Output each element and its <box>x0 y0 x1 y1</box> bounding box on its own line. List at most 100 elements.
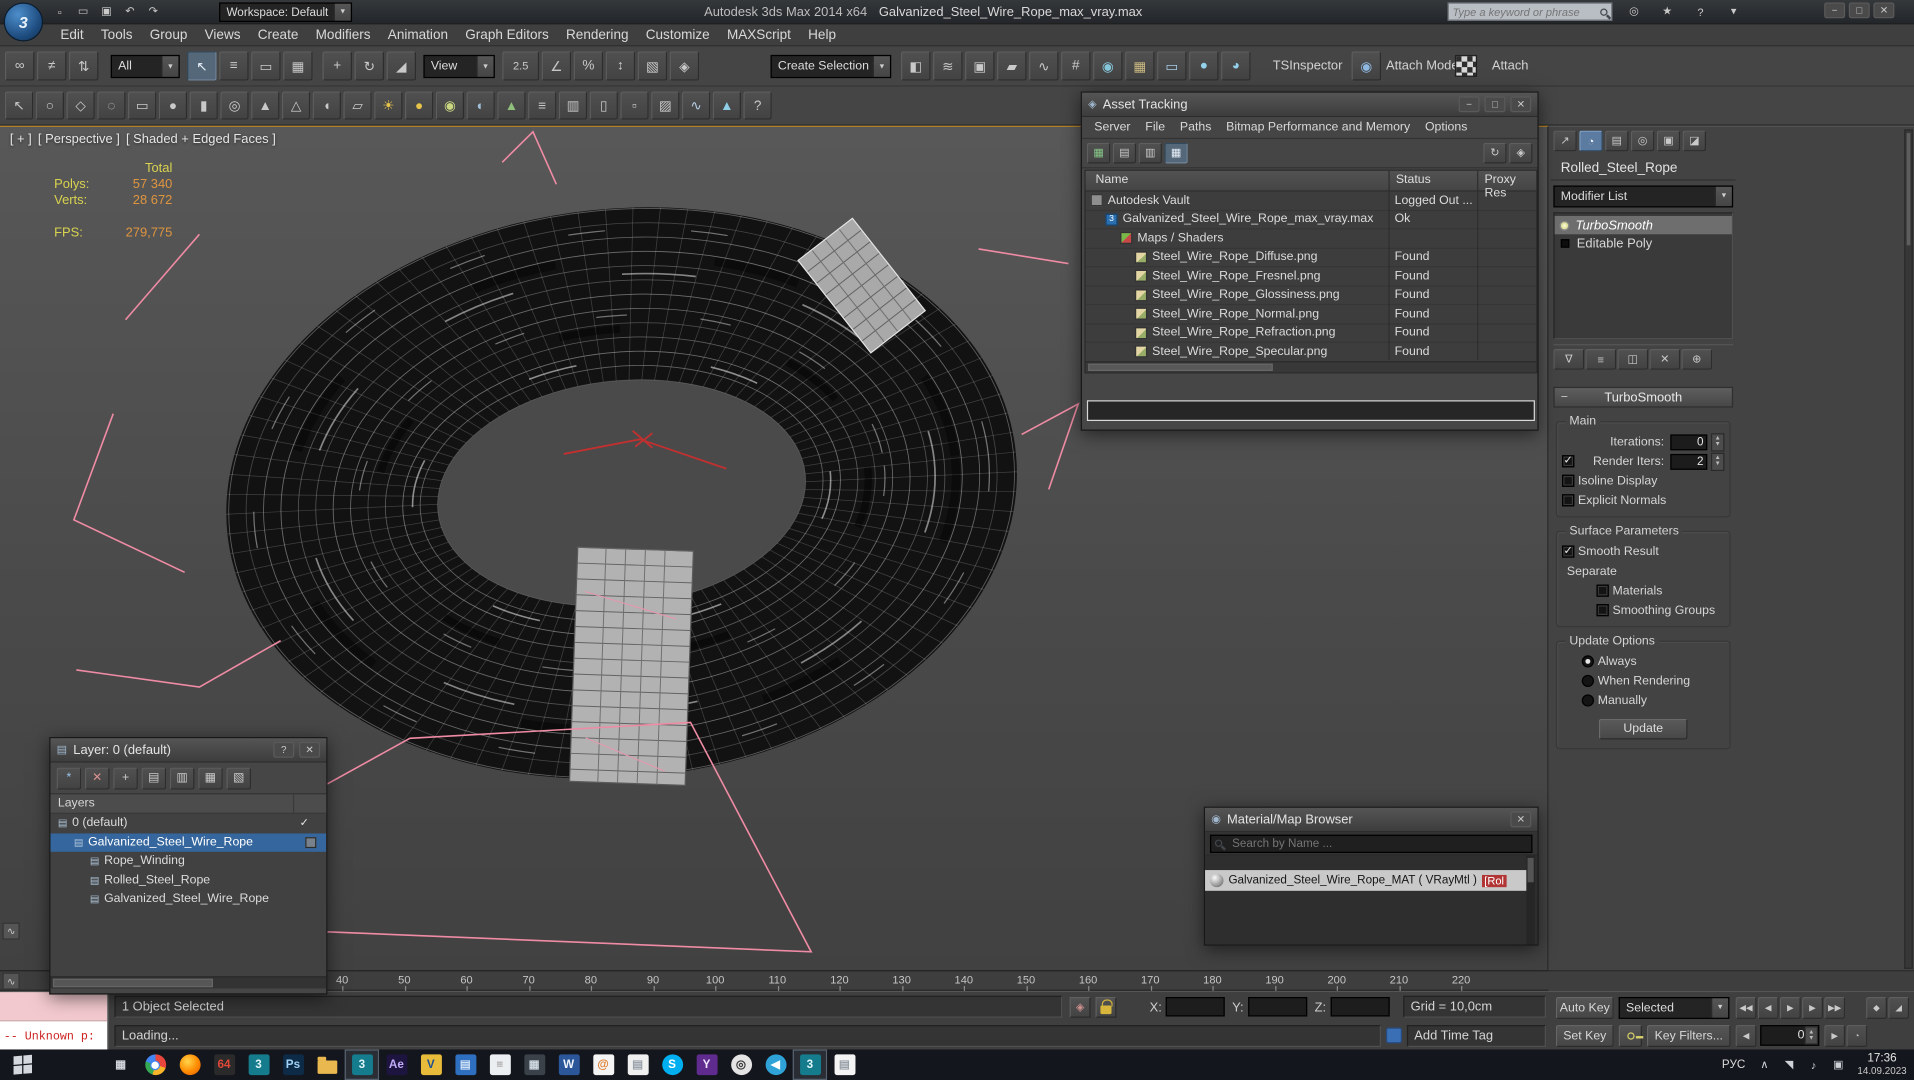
select-paint-icon[interactable]: ↖ <box>4 91 34 120</box>
modifier-list-dropdown[interactable]: Modifier List <box>1553 185 1734 208</box>
add-to-layer-icon[interactable]: + <box>113 766 138 789</box>
menu-item-views[interactable]: Views <box>196 24 249 46</box>
undo-icon[interactable]: ↶ <box>119 2 140 20</box>
set-current-layer-icon[interactable]: ▥ <box>169 766 195 789</box>
workspace-dropdown[interactable]: Workspace: Default <box>219 2 353 22</box>
search-icon[interactable] <box>1600 7 1608 16</box>
column-status[interactable]: Status <box>1396 173 1431 186</box>
camera-icon[interactable]: ◐ <box>466 91 495 120</box>
cone-primitive-icon[interactable]: ▲ <box>251 91 280 120</box>
chrome-icon[interactable] <box>138 1049 172 1080</box>
scrollbar-thumb[interactable] <box>1906 133 1911 246</box>
window-crossing-icon[interactable]: ▦ <box>283 51 313 81</box>
lasso-region-icon[interactable]: ◌ <box>97 91 126 120</box>
macro-recorder-line[interactable] <box>0 992 108 1022</box>
scrollbar-thumb[interactable] <box>1088 363 1273 371</box>
save-file-icon[interactable]: ▣ <box>96 2 117 20</box>
render-setup-icon[interactable]: ▦ <box>1125 51 1155 81</box>
angle-snap-icon[interactable]: ∠ <box>541 51 572 81</box>
turbosmooth-rollout-header[interactable]: TurboSmooth <box>1553 386 1734 408</box>
sphere-primitive-icon[interactable]: ● <box>158 91 188 120</box>
photoshop-icon[interactable]: Ps <box>276 1049 310 1080</box>
default-tangent-icon[interactable]: ◢ <box>1888 996 1910 1019</box>
asset-row[interactable]: Steel_Wire_Rope_Refraction.png Found <box>1085 324 1537 343</box>
isoline-display-checkbox[interactable] <box>1562 474 1575 487</box>
explicit-normals-checkbox[interactable] <box>1562 494 1575 507</box>
menu-item-maxscript[interactable]: MAXScript <box>718 24 799 46</box>
asset-row[interactable]: 3 Galvanized_Steel_Wire_Rope_max_vray.max… <box>1085 211 1537 230</box>
display-tab-icon[interactable]: ▣ <box>1656 130 1681 152</box>
network-icon[interactable]: ◥ <box>1781 1056 1797 1073</box>
vray-icon[interactable]: V <box>414 1049 448 1080</box>
tsinspector-button[interactable]: TSInspector <box>1273 59 1343 74</box>
report-view-icon[interactable]: ▥ <box>1138 142 1162 164</box>
previous-frame-icon[interactable]: ◀ <box>1757 996 1779 1019</box>
teapot-primitive-icon[interactable]: ◖ <box>312 91 341 120</box>
named-selection-dropdown[interactable]: Create Selection Se <box>770 54 892 79</box>
update-button[interactable]: Update <box>1598 718 1688 740</box>
asset-tracking-titlebar[interactable]: ◈ Asset Tracking − □ ✕ <box>1081 92 1538 118</box>
ribbon-toggle-icon[interactable]: ▰ <box>997 51 1027 81</box>
menu-item-animation[interactable]: Animation <box>379 24 456 46</box>
language-indicator[interactable]: РУС <box>1722 1058 1745 1071</box>
modifier-enabled-icon[interactable] <box>1559 220 1570 231</box>
camera-app-icon[interactable]: ◎ <box>724 1049 758 1080</box>
layer-property-icon[interactable] <box>305 836 317 848</box>
viewport-pov-menu[interactable]: [ Perspective ] <box>38 132 120 147</box>
scrollbar-thumb[interactable] <box>52 978 213 988</box>
stairs-icon[interactable]: ▨ <box>651 91 680 120</box>
render-iters-field[interactable]: 2 <box>1670 453 1708 470</box>
material-browser-titlebar[interactable]: ◉ Material/Map Browser ✕ <box>1205 807 1538 833</box>
layer-list-header[interactable]: Layers <box>50 794 327 814</box>
app-tiles-icon[interactable]: ▦ <box>103 1049 137 1080</box>
listener-line[interactable]: -- Unknown p: <box>0 1021 108 1051</box>
refresh-icon[interactable]: ↻ <box>1483 142 1507 164</box>
menu-item-tools[interactable]: Tools <box>92 24 141 46</box>
smooth-result-checkbox[interactable] <box>1562 545 1575 558</box>
word-icon[interactable]: W <box>551 1049 585 1080</box>
favorites-icon[interactable]: ★ <box>1658 4 1676 20</box>
snaps-toggle-icon[interactable]: 2.5 <box>502 51 540 81</box>
reference-coordinate-dropdown[interactable]: View <box>423 54 495 79</box>
selection-set-dropdown[interactable]: Selected <box>1618 996 1730 1019</box>
infocenter-search[interactable] <box>1447 2 1613 21</box>
maximize-button[interactable]: □ <box>1484 96 1506 113</box>
attach-mode-button[interactable]: Attach Mode <box>1386 59 1459 74</box>
3dsmax-doc-icon[interactable]: 3 <box>792 1049 828 1080</box>
aftereffects-icon[interactable]: Ae <box>379 1049 413 1080</box>
go-to-start-icon[interactable]: ◀◀ <box>1735 996 1757 1019</box>
settings-app-icon[interactable]: ▦ <box>517 1049 551 1080</box>
menu-item-group[interactable]: Group <box>141 24 196 46</box>
taskbar-clock[interactable]: 17:36 14.09.2023 <box>1857 1052 1906 1077</box>
material-editor-icon[interactable]: ◉ <box>1093 51 1123 81</box>
list-view-icon[interactable]: ▤ <box>1112 142 1137 164</box>
render-iterative-icon[interactable]: ◕ <box>1221 51 1251 81</box>
torus-primitive-icon[interactable]: ◎ <box>220 91 249 120</box>
always-radio[interactable] <box>1581 655 1595 668</box>
menu-item-options[interactable]: Options <box>1418 117 1475 139</box>
asset-row[interactable]: Steel_Wire_Rope_Specular.png Found <box>1085 343 1537 362</box>
viewport-general-menu[interactable]: [ + ] <box>10 132 32 147</box>
3dsmax-icon[interactable]: 3 <box>241 1049 275 1080</box>
checker-swatch-icon[interactable] <box>1454 54 1478 77</box>
frame-spinner[interactable] <box>1804 1026 1819 1045</box>
close-button[interactable]: ✕ <box>1873 2 1895 19</box>
render-production-icon[interactable]: ● <box>1189 51 1219 81</box>
help-icon[interactable]: ? <box>743 91 772 120</box>
explorer-folder-icon[interactable] <box>310 1049 344 1080</box>
z-coordinate-field[interactable] <box>1330 996 1390 1017</box>
object-name-field[interactable]: Rolled_Steel_Rope <box>1550 156 1736 181</box>
align-icon[interactable]: ≋ <box>933 51 963 81</box>
modifier-stack-item-turbosmooth[interactable]: TurboSmooth <box>1554 215 1732 235</box>
layer-dialog-titlebar[interactable]: ▤ Layer: 0 (default) ? ✕ <box>50 738 327 763</box>
document-icon[interactable]: ▤ <box>620 1049 654 1080</box>
layer-row[interactable]: ▤ Rolled_Steel_Rope <box>50 871 326 890</box>
layer-row[interactable]: ▤ Galvanized_Steel_Wire_Rope <box>50 832 327 852</box>
hidden-icons-chevron-icon[interactable]: ∧ <box>1756 1056 1772 1073</box>
set-key-button[interactable]: Set Key <box>1555 1025 1614 1048</box>
foliage-icon[interactable]: ▲ <box>497 91 526 120</box>
pyramid-primitive-icon[interactable]: △ <box>281 91 311 120</box>
new-scene-icon[interactable]: ▫ <box>49 2 70 20</box>
attach-mode-icon[interactable]: ◉ <box>1351 51 1382 81</box>
select-and-move-icon[interactable]: + <box>322 51 353 81</box>
